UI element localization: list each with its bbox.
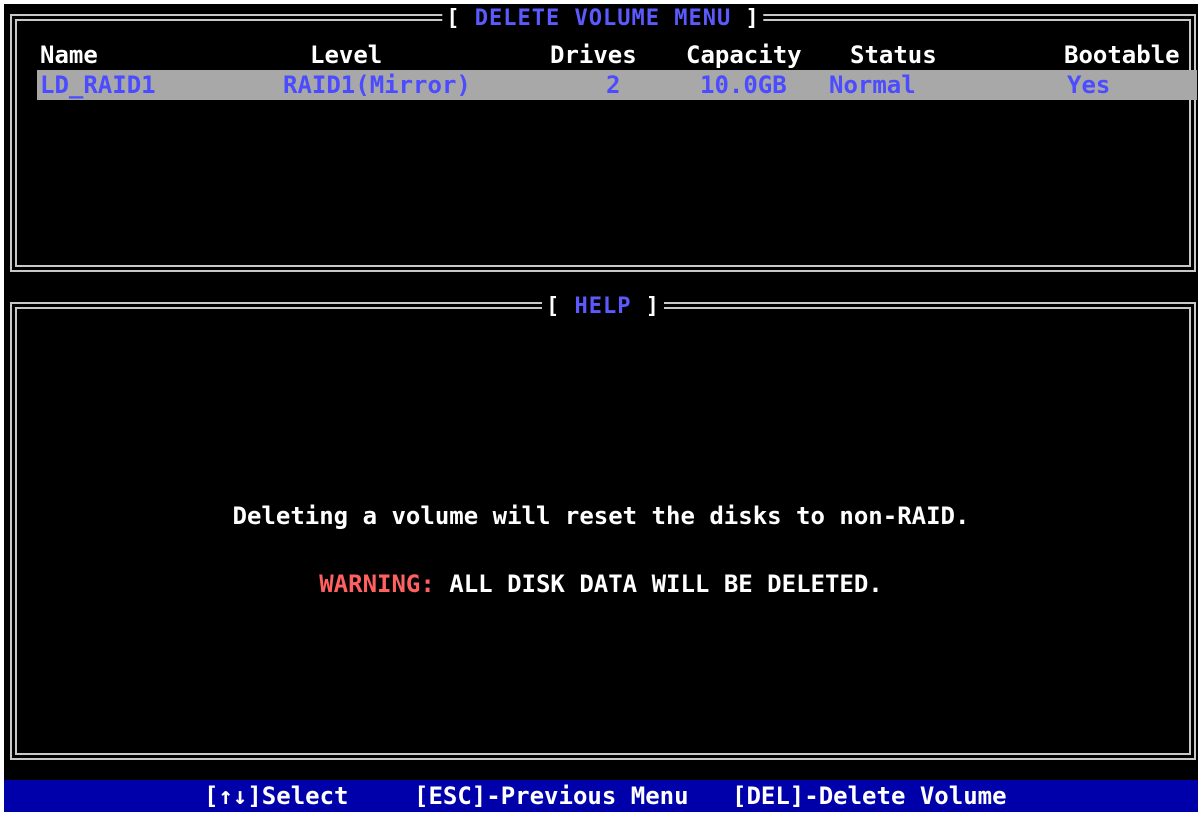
volume-table-header: Name Level Drives Capacity Status Bootab… (4, 40, 1198, 70)
column-header-drives: Drives (550, 41, 637, 69)
delete-volume-menu-title-text: DELETE VOLUME MENU (474, 6, 732, 31)
volume-level: RAID1(Mirror) (283, 71, 471, 99)
volume-bootable: Yes (1067, 71, 1111, 99)
column-header-name: Name (40, 41, 98, 69)
volume-row-selected[interactable]: LD_RAID1 RAID1(Mirror) 2 10.0GB Normal Y… (37, 70, 1197, 100)
help-title-text: HELP (574, 294, 632, 319)
key-hint-previous-menu: [ESC]-Previous Menu (414, 782, 689, 810)
volume-capacity: 10.0GB (700, 71, 787, 99)
warning-text: ALL DISK DATA WILL BE DELETED. (449, 570, 883, 598)
help-warning: WARNING: ALL DISK DATA WILL BE DELETED. (4, 570, 1198, 598)
key-hint-bar: [↑↓]Select [ESC]-Previous Menu [DEL]-Del… (4, 780, 1198, 812)
help-panel: [ HELP ] (10, 294, 1196, 760)
help-title: [ HELP ] (542, 294, 664, 319)
key-hint-delete-volume: [DEL]-Delete Volume (732, 782, 1007, 810)
help-description: Deleting a volume will reset the disks t… (232, 502, 970, 530)
column-header-bootable: Bootable (1064, 41, 1180, 69)
volume-status: Normal (829, 71, 916, 99)
bios-screen: [ DELETE VOLUME MENU ] Name Level Drives… (4, 4, 1198, 812)
warning-label: WARNING: (319, 570, 435, 598)
column-header-level: Level (310, 41, 383, 69)
delete-volume-menu-title: [ DELETE VOLUME MENU ] (442, 6, 764, 31)
volume-name: LD_RAID1 (40, 71, 156, 99)
key-hint-select: [↑↓]Select (204, 782, 349, 810)
column-header-capacity: Capacity (686, 41, 802, 69)
volume-drives: 2 (606, 71, 621, 99)
column-header-status: Status (850, 41, 937, 69)
